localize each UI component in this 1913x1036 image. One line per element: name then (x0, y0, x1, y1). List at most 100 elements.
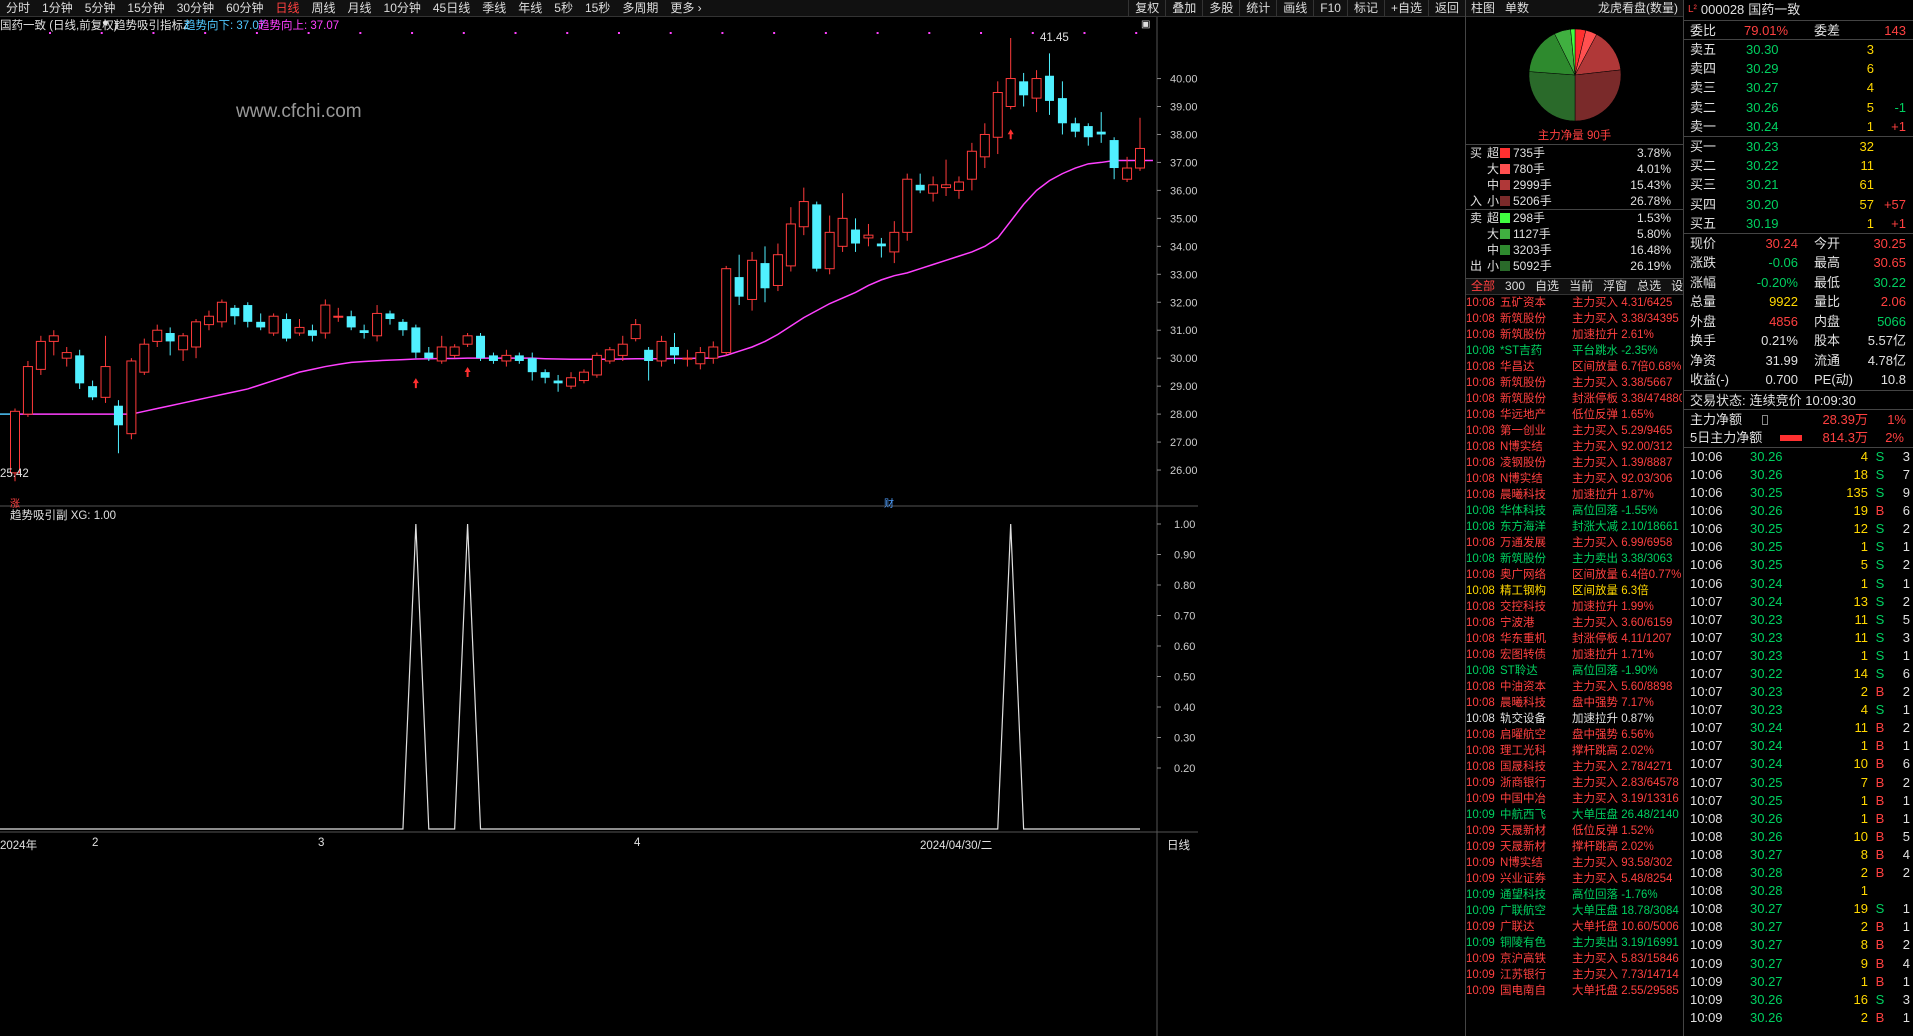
news-tab[interactable]: 浮窗 (1598, 278, 1632, 295)
kline-chart[interactable]: 26.0027.0028.0029.0030.0031.0032.0033.00… (0, 17, 1198, 1036)
period-tab[interactable]: 5秒 (548, 0, 579, 17)
candle-up[interactable] (992, 92, 1003, 138)
candle-up[interactable] (1122, 167, 1133, 180)
toolbar-tool-button[interactable]: 多股 (1202, 0, 1239, 17)
period-tab[interactable]: 更多 › (664, 0, 707, 17)
news-item[interactable]: 10:08 奥广网络 区间放量 6.4倍0.77% (1466, 567, 1683, 583)
candle-up[interactable] (178, 335, 189, 351)
news-item[interactable]: 10:09 江苏银行 主力买入 7.73/14714 (1466, 967, 1683, 983)
news-item[interactable]: 10:08 新筑股份 封涨停板 3.38/474880 (1466, 391, 1683, 407)
candle-up[interactable] (953, 181, 964, 191)
news-item[interactable]: 10:09 京沪高铁 主力买入 5.83/15846 (1466, 951, 1683, 967)
candle-up[interactable] (10, 410, 20, 474)
bid-level[interactable]: 买四 30.20 57 +57 (1684, 195, 1913, 214)
ask-level[interactable]: 卖二 30.26 5 -1 (1684, 98, 1913, 117)
news-item[interactable]: 10:09 中航西飞 大单压盘 26.48/2140 (1466, 807, 1683, 823)
candle-up[interactable] (436, 346, 447, 362)
candle-up[interactable] (216, 301, 227, 323)
candle-up[interactable] (824, 231, 835, 270)
candle-down[interactable] (346, 316, 356, 328)
candle-up[interactable] (191, 321, 202, 348)
toolbar-tool-button[interactable]: 返回 (1427, 0, 1465, 17)
news-item[interactable]: 10:08 新筑股份 主力买入 3.38/34395 (1466, 311, 1683, 327)
candle-down[interactable] (876, 243, 886, 247)
news-tab[interactable]: 总选 (1632, 278, 1666, 295)
candle-down[interactable] (282, 319, 292, 339)
period-tab[interactable]: 15秒 (579, 0, 616, 17)
candle-up[interactable] (48, 335, 59, 342)
candle-down[interactable] (1019, 81, 1029, 96)
period-tab[interactable]: 1分钟 (36, 0, 79, 17)
news-item[interactable]: 10:08 华东重机 封涨停板 4.11/1207 (1466, 631, 1683, 647)
candle-down[interactable] (1096, 131, 1106, 135)
period-tab[interactable]: 季线 (476, 0, 512, 17)
period-tab[interactable]: 年线 (512, 0, 548, 17)
candle-down[interactable] (488, 355, 498, 361)
candle-up[interactable] (863, 234, 874, 239)
candle-up[interactable] (501, 354, 512, 362)
candle-down[interactable] (915, 184, 925, 191)
period-tab[interactable]: 10分钟 (378, 0, 427, 17)
news-item[interactable]: 10:08 启曜航空 盘中强势 6.56% (1466, 727, 1683, 743)
period-tab[interactable]: 分时 (0, 0, 36, 17)
candle-up[interactable] (798, 201, 809, 228)
bid-level[interactable]: 买三 30.21 61 (1684, 175, 1913, 194)
candle-down[interactable] (540, 372, 550, 378)
candle-down[interactable] (1109, 140, 1119, 169)
news-item[interactable]: 10:08 华昌达 区间放量 6.7倍0.68% (1466, 359, 1683, 375)
candle-up[interactable] (889, 231, 900, 253)
candle-up[interactable] (695, 352, 706, 365)
candle-down[interactable] (527, 358, 537, 373)
news-item[interactable]: 10:08 东方海洋 封涨大减 2.10/18661 (1466, 519, 1683, 535)
candle-up[interactable] (591, 354, 602, 376)
period-tab[interactable]: 15分钟 (121, 0, 170, 17)
news-item[interactable]: 10:09 N博实结 主力买入 93.58/302 (1466, 855, 1683, 871)
news-item[interactable]: 10:08 晨曦科技 加速拉升 1.87% (1466, 487, 1683, 503)
candle-down[interactable] (1044, 75, 1054, 101)
period-tab[interactable]: 周线 (305, 0, 341, 17)
candle-up[interactable] (203, 315, 214, 326)
middle-tab[interactable]: 单数 (1500, 0, 1534, 17)
news-item[interactable]: 10:08 华体科技 高位回落 -1.55% (1466, 503, 1683, 519)
ask-level[interactable]: 卖五 30.30 3 (1684, 40, 1913, 59)
bid-level[interactable]: 买五 30.19 1 +1 (1684, 214, 1913, 233)
news-tab[interactable]: 全部 (1466, 278, 1500, 295)
ask-level[interactable]: 卖三 30.27 4 (1684, 78, 1913, 97)
period-tab[interactable]: 月线 (342, 0, 378, 17)
candle-down[interactable] (1070, 123, 1080, 132)
candle-down[interactable] (514, 355, 524, 361)
news-item[interactable]: 10:08 晨曦科技 盘中强势 7.17% (1466, 695, 1683, 711)
period-tab[interactable]: 30分钟 (171, 0, 220, 17)
toolbar-tool-button[interactable]: 统计 (1239, 0, 1276, 17)
news-item[interactable]: 10:09 铜陵有色 主力卖出 3.19/16991 (1466, 935, 1683, 951)
candle-up[interactable] (1031, 78, 1042, 99)
candle-down[interactable] (644, 349, 654, 361)
candle-down[interactable] (760, 263, 770, 289)
toolbar-tool-button[interactable]: 标记 (1346, 0, 1384, 17)
news-item[interactable]: 10:09 国电南自 大单托盘 2.55/29585 (1466, 983, 1683, 999)
candle-up[interactable] (617, 343, 628, 356)
candle-up[interactable] (708, 346, 719, 359)
candle-down[interactable] (669, 346, 679, 356)
candle-down[interactable] (851, 229, 861, 244)
candle-down[interactable] (476, 335, 486, 359)
news-item[interactable]: 10:08 新筑股份 主力买入 3.38/5667 (1466, 375, 1683, 391)
candle-up[interactable] (630, 324, 641, 340)
news-item[interactable]: 10:08 精工钢构 区间放量 6.3倍 (1466, 583, 1683, 599)
news-item[interactable]: 10:08 宏图转债 加速拉升 1.71% (1466, 647, 1683, 663)
candle-up[interactable] (578, 371, 589, 382)
candle-up[interactable] (682, 357, 693, 360)
candle-down[interactable] (256, 321, 266, 328)
news-item[interactable]: 10:09 天晟新材 低位反弹 1.52% (1466, 823, 1683, 839)
candle-down[interactable] (307, 330, 317, 336)
period-label[interactable]: 日线 (1167, 837, 1190, 853)
candle-down[interactable] (165, 333, 175, 342)
news-item[interactable]: 10:08 万通发展 主力买入 6.99/6958 (1466, 535, 1683, 551)
news-item[interactable]: 10:08 N博实结 主力买入 92.03/306 (1466, 471, 1683, 487)
period-tab[interactable]: 多周期 (616, 0, 664, 17)
candle-up[interactable] (320, 304, 331, 334)
news-item[interactable]: 10:08 五矿资本 主力买入 4.31/6425 (1466, 295, 1683, 311)
tick-list[interactable]: 10:06 30.26 4 S 3 10:06 30.26 18 S 7 10:06 30.25 135… (1684, 446, 1913, 1027)
news-item[interactable]: 10:09 兴业证券 主力买入 5.48/8254 (1466, 871, 1683, 887)
candle-up[interactable] (449, 346, 460, 356)
